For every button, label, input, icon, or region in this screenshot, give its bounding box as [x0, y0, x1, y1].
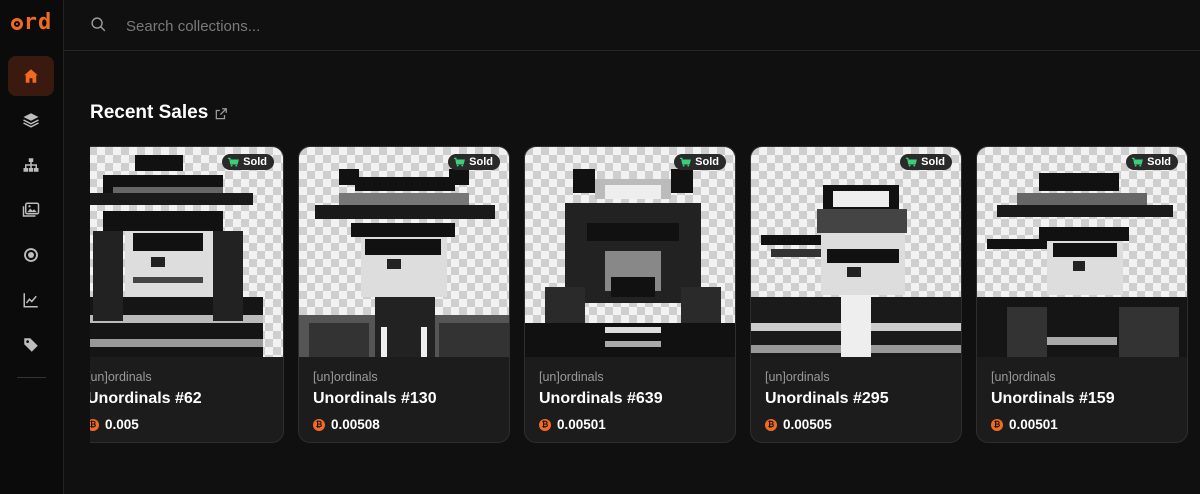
price-value: 0.005	[105, 417, 139, 432]
sold-badge: Sold	[448, 154, 500, 170]
sale-card[interactable]: Sold [un]ordinals Unordinals #159 ₿ 0.00…	[976, 146, 1188, 443]
cart-icon	[1132, 157, 1144, 167]
sidebar: rd	[0, 0, 64, 494]
cart-icon	[454, 157, 466, 167]
collection-name: [un]ordinals	[90, 370, 152, 384]
sidebar-item-ordinals[interactable]	[8, 235, 54, 275]
sale-card[interactable]: Sold [un]ordinals Unordinals #295 ₿ 0.00…	[750, 146, 962, 443]
collection-name: [un]ordinals	[539, 370, 604, 384]
section-title: Recent Sales	[90, 102, 209, 123]
badge-label: Sold	[469, 156, 493, 168]
pixel-skull-image	[525, 147, 735, 357]
sale-card[interactable]: Sold [un]ordinals Unordinals #130 ₿ 0.00…	[298, 146, 510, 443]
item-name: Unordinals #295	[765, 390, 889, 407]
sale-card[interactable]: Sold [un]ordinals Unordinals #639 ₿ 0.00…	[524, 146, 736, 443]
item-name: Unordinals #62	[90, 390, 202, 407]
sidebar-item-home[interactable]	[8, 56, 54, 96]
cart-icon	[680, 157, 692, 167]
ord-logo[interactable]: rd	[0, 10, 63, 35]
home-icon	[24, 69, 38, 83]
badge-label: Sold	[695, 156, 719, 168]
sold-badge: Sold	[1126, 154, 1178, 170]
bitcoin-icon: ₿	[313, 418, 325, 431]
section-header: Recent Sales	[90, 102, 228, 124]
bitcoin-icon: ₿	[90, 418, 99, 431]
sitemap-icon	[23, 158, 39, 172]
price-value: 0.00501	[1009, 417, 1058, 432]
images-icon	[22, 202, 40, 217]
bitcoin-icon: ₿	[991, 418, 1003, 431]
sold-badge: Sold	[674, 154, 726, 170]
sidebar-item-tags[interactable]	[8, 325, 54, 365]
sidebar-item-gallery[interactable]	[8, 190, 54, 230]
pixel-skull-image	[751, 147, 961, 357]
price: ₿ 0.00505	[765, 417, 832, 432]
sidebar-item-analytics[interactable]	[8, 280, 54, 320]
price: ₿ 0.00501	[539, 417, 606, 432]
bitcoin-icon: ₿	[539, 418, 551, 431]
sidebar-item-hierarchy[interactable]	[8, 145, 54, 185]
tag-icon	[24, 338, 38, 352]
bitcoin-icon: ₿	[765, 418, 777, 431]
nft-image	[90, 147, 283, 357]
chart-line-icon	[23, 293, 38, 308]
top-bar	[64, 0, 1200, 51]
collection-name: [un]ordinals	[991, 370, 1056, 384]
sidebar-divider	[17, 377, 46, 378]
search-icon	[91, 17, 106, 32]
price-value: 0.00505	[783, 417, 832, 432]
pixel-skull-image	[977, 147, 1187, 357]
item-name: Unordinals #130	[313, 390, 437, 407]
sold-badge: Sold	[900, 154, 952, 170]
sold-badge: Sold	[222, 154, 274, 170]
badge-label: Sold	[921, 156, 945, 168]
item-name: Unordinals #159	[991, 390, 1115, 407]
collection-name: [un]ordinals	[765, 370, 830, 384]
nft-image	[525, 147, 735, 357]
logo-text: rd	[23, 10, 53, 35]
price: ₿ 0.00508	[313, 417, 380, 432]
price-value: 0.00501	[557, 417, 606, 432]
search-input[interactable]	[124, 13, 728, 39]
price: ₿ 0.005	[90, 417, 139, 432]
external-link-icon[interactable]	[214, 107, 228, 121]
nft-image	[977, 147, 1187, 357]
pixel-skull-image	[90, 147, 283, 357]
sidebar-item-collections[interactable]	[8, 100, 54, 140]
item-name: Unordinals #639	[539, 390, 663, 407]
nft-image	[751, 147, 961, 357]
badge-label: Sold	[243, 156, 267, 168]
sale-card[interactable]: Sold [un]ordinals Unordinals #62 ₿ 0.005	[90, 146, 284, 443]
nft-image	[299, 147, 509, 357]
circle-dot-icon	[24, 248, 38, 262]
price: ₿ 0.00501	[991, 417, 1058, 432]
cart-icon	[228, 157, 240, 167]
recent-sales-carousel[interactable]: Sold [un]ordinals Unordinals #62 ₿ 0.005	[90, 146, 1200, 444]
layers-icon	[23, 113, 39, 128]
price-value: 0.00508	[331, 417, 380, 432]
badge-label: Sold	[1147, 156, 1171, 168]
logo-o-mark	[10, 18, 23, 30]
collection-name: [un]ordinals	[313, 370, 378, 384]
pixel-skull-image	[299, 147, 509, 357]
cart-icon	[906, 157, 918, 167]
